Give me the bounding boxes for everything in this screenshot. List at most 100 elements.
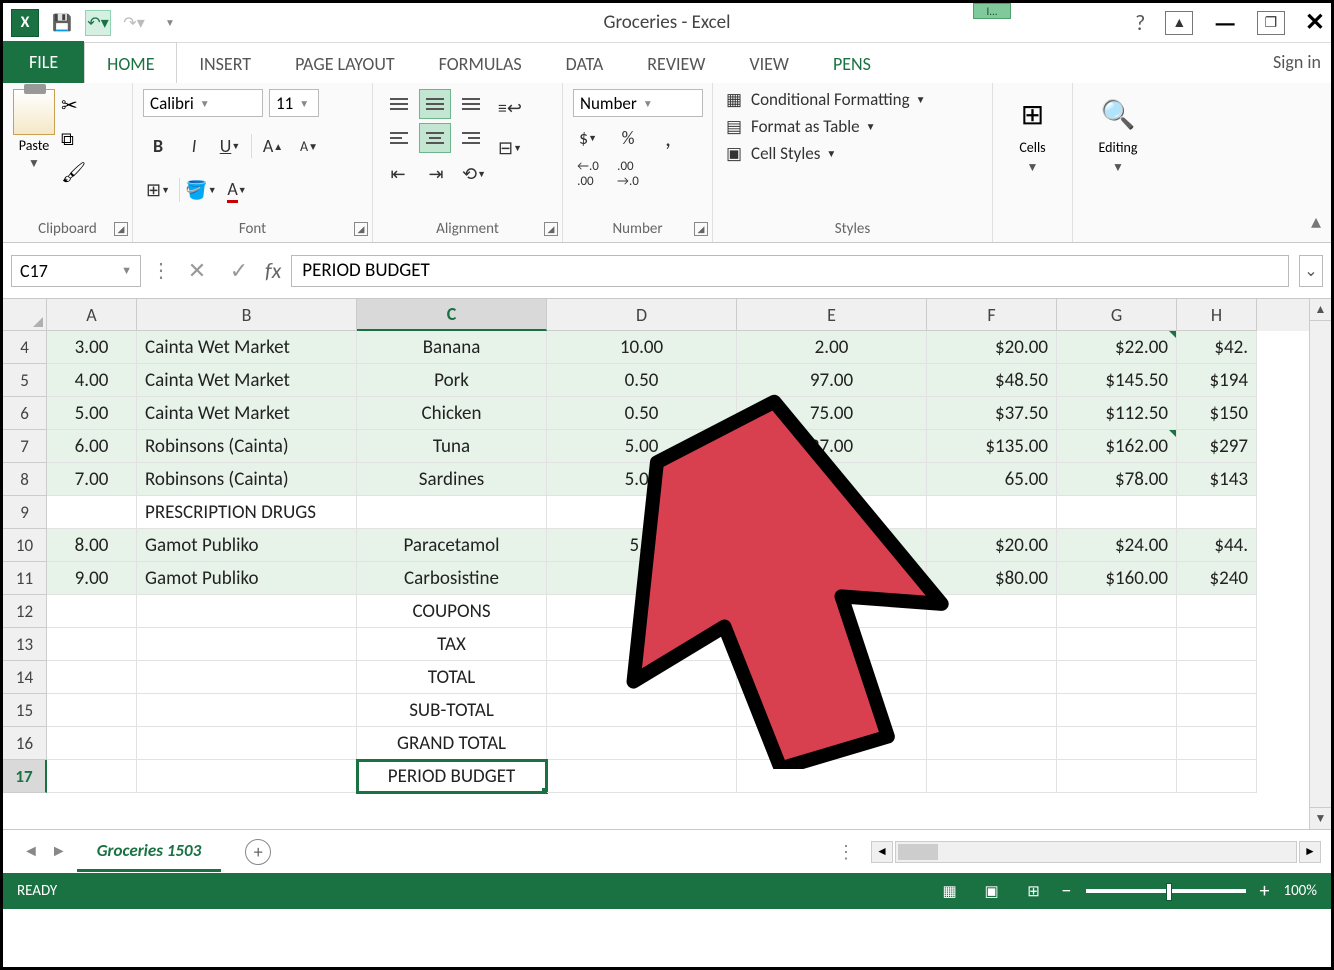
tab-insert[interactable]: INSERT	[177, 43, 273, 83]
cell[interactable]: 9.00	[47, 562, 137, 595]
cell[interactable]	[737, 595, 927, 628]
cell[interactable]: SUB-TOTAL	[357, 694, 547, 727]
cell[interactable]: 1	[547, 562, 737, 595]
save-icon[interactable]: 💾	[49, 10, 75, 36]
cell[interactable]: PRESCRIPTION DRUGS	[137, 496, 357, 529]
scroll-down-icon[interactable]: ▼	[1310, 807, 1331, 829]
cell[interactable]: 65.00	[927, 463, 1057, 496]
cell[interactable]	[137, 727, 357, 760]
row-header[interactable]: 17	[3, 760, 47, 793]
number-launcher[interactable]: ◢	[694, 222, 708, 236]
cell[interactable]: 2.00	[737, 331, 927, 364]
horizontal-scrollbar[interactable]: ◄ ►	[871, 841, 1321, 863]
cell[interactable]	[927, 628, 1057, 661]
row-header[interactable]: 5	[3, 364, 47, 397]
tab-view[interactable]: VIEW	[727, 43, 811, 83]
tab-home[interactable]: HOME	[84, 42, 177, 83]
cell[interactable]: $78.00	[1057, 463, 1177, 496]
cell[interactable]	[1177, 628, 1257, 661]
merge-center-icon[interactable]: ⊟▼	[495, 133, 525, 163]
cell[interactable]: Sardines	[357, 463, 547, 496]
cell[interactable]: 5.00	[547, 430, 737, 463]
cancel-formula-icon[interactable]: ✕	[181, 255, 213, 287]
cell[interactable]: TOTAL	[357, 661, 547, 694]
zoom-level[interactable]: 100%	[1283, 882, 1317, 900]
column-header-E[interactable]: E	[737, 299, 927, 331]
cell[interactable]	[47, 628, 137, 661]
align-right-icon[interactable]	[455, 123, 487, 153]
cell[interactable]	[927, 694, 1057, 727]
alignment-launcher[interactable]: ◢	[544, 222, 558, 236]
expand-formula-bar-icon[interactable]: ⌄	[1299, 255, 1323, 287]
cell[interactable]: $42.	[1177, 331, 1257, 364]
cell[interactable]	[137, 661, 357, 694]
cell[interactable]	[737, 496, 927, 529]
cell[interactable]: Paracetamol	[357, 529, 547, 562]
cell[interactable]	[547, 694, 737, 727]
cell[interactable]: 75.00	[737, 397, 927, 430]
scroll-left-icon[interactable]: ◄	[871, 841, 893, 863]
cell[interactable]: Pork	[357, 364, 547, 397]
normal-view-icon[interactable]: ▦	[936, 880, 964, 902]
name-box[interactable]: C17▼	[11, 255, 141, 287]
editing-button[interactable]: 🔍 Editing▼	[1083, 89, 1153, 179]
cell[interactable]: $297	[1177, 430, 1257, 463]
orientation-icon[interactable]: ⟲▼	[459, 159, 489, 189]
cell[interactable]: 0.50	[547, 397, 737, 430]
underline-button[interactable]: U▼	[215, 131, 245, 161]
cell[interactable]: 5.00	[47, 397, 137, 430]
cell[interactable]: $20.00	[927, 331, 1057, 364]
cell[interactable]: Robinsons (Cainta)	[137, 430, 357, 463]
cell[interactable]: $48.50	[927, 364, 1057, 397]
cell[interactable]: 0.50	[547, 364, 737, 397]
align-middle-icon[interactable]	[419, 89, 451, 119]
format-as-table-button[interactable]: ▤Format as Table▼	[723, 116, 925, 137]
cell[interactable]	[47, 694, 137, 727]
zoom-slider[interactable]	[1086, 889, 1246, 893]
cell[interactable]: $160.00	[1057, 562, 1177, 595]
new-sheet-button[interactable]: +	[245, 839, 271, 865]
column-header-A[interactable]: A	[47, 299, 137, 331]
cells-button[interactable]: ⊞ Cells▼	[1003, 89, 1062, 179]
column-header-C[interactable]: C	[357, 299, 547, 331]
cell[interactable]: 00	[737, 562, 927, 595]
sign-in-link[interactable]: Sign in	[1273, 51, 1321, 73]
cell[interactable]	[737, 529, 927, 562]
cell[interactable]	[927, 496, 1057, 529]
cell[interactable]	[1177, 727, 1257, 760]
cell[interactable]: Tuna	[357, 430, 547, 463]
help-icon[interactable]: ?	[1135, 9, 1145, 36]
cell[interactable]	[137, 760, 357, 793]
bold-button[interactable]: B	[143, 131, 173, 161]
cell[interactable]: Carbosistine	[357, 562, 547, 595]
ribbon-display-options[interactable]: ▲	[1165, 11, 1193, 35]
tab-file[interactable]: FILE	[3, 41, 84, 83]
paste-button[interactable]: Paste ▼	[13, 89, 55, 171]
fill-color-button[interactable]: 🪣▼	[186, 175, 216, 205]
row-header[interactable]: 7	[3, 430, 47, 463]
column-headers[interactable]: ABCDEFGH	[3, 299, 1309, 331]
cell[interactable]: $44.	[1177, 529, 1257, 562]
cell[interactable]: $145.50	[1057, 364, 1177, 397]
cell[interactable]: 8.00	[47, 529, 137, 562]
cell[interactable]	[1177, 595, 1257, 628]
conditional-formatting-button[interactable]: ▦Conditional Formatting▼	[723, 89, 925, 110]
cell[interactable]	[927, 760, 1057, 793]
cell[interactable]: 4.00	[47, 364, 137, 397]
cell[interactable]: Chicken	[357, 397, 547, 430]
clipboard-launcher[interactable]: ◢	[114, 222, 128, 236]
cell[interactable]: $194	[1177, 364, 1257, 397]
pens-addin-tag[interactable]: I...	[973, 3, 1011, 19]
restore-button[interactable]: ❐	[1257, 11, 1285, 35]
column-header-F[interactable]: F	[927, 299, 1057, 331]
cell[interactable]	[137, 628, 357, 661]
row-header[interactable]: 11	[3, 562, 47, 595]
cell[interactable]	[547, 496, 737, 529]
cell[interactable]	[737, 694, 927, 727]
cell[interactable]	[737, 661, 927, 694]
row-header[interactable]: 13	[3, 628, 47, 661]
cell[interactable]: GRAND TOTAL	[357, 727, 547, 760]
cell[interactable]	[547, 760, 737, 793]
cell[interactable]: Robinsons (Cainta)	[137, 463, 357, 496]
cell[interactable]	[47, 661, 137, 694]
